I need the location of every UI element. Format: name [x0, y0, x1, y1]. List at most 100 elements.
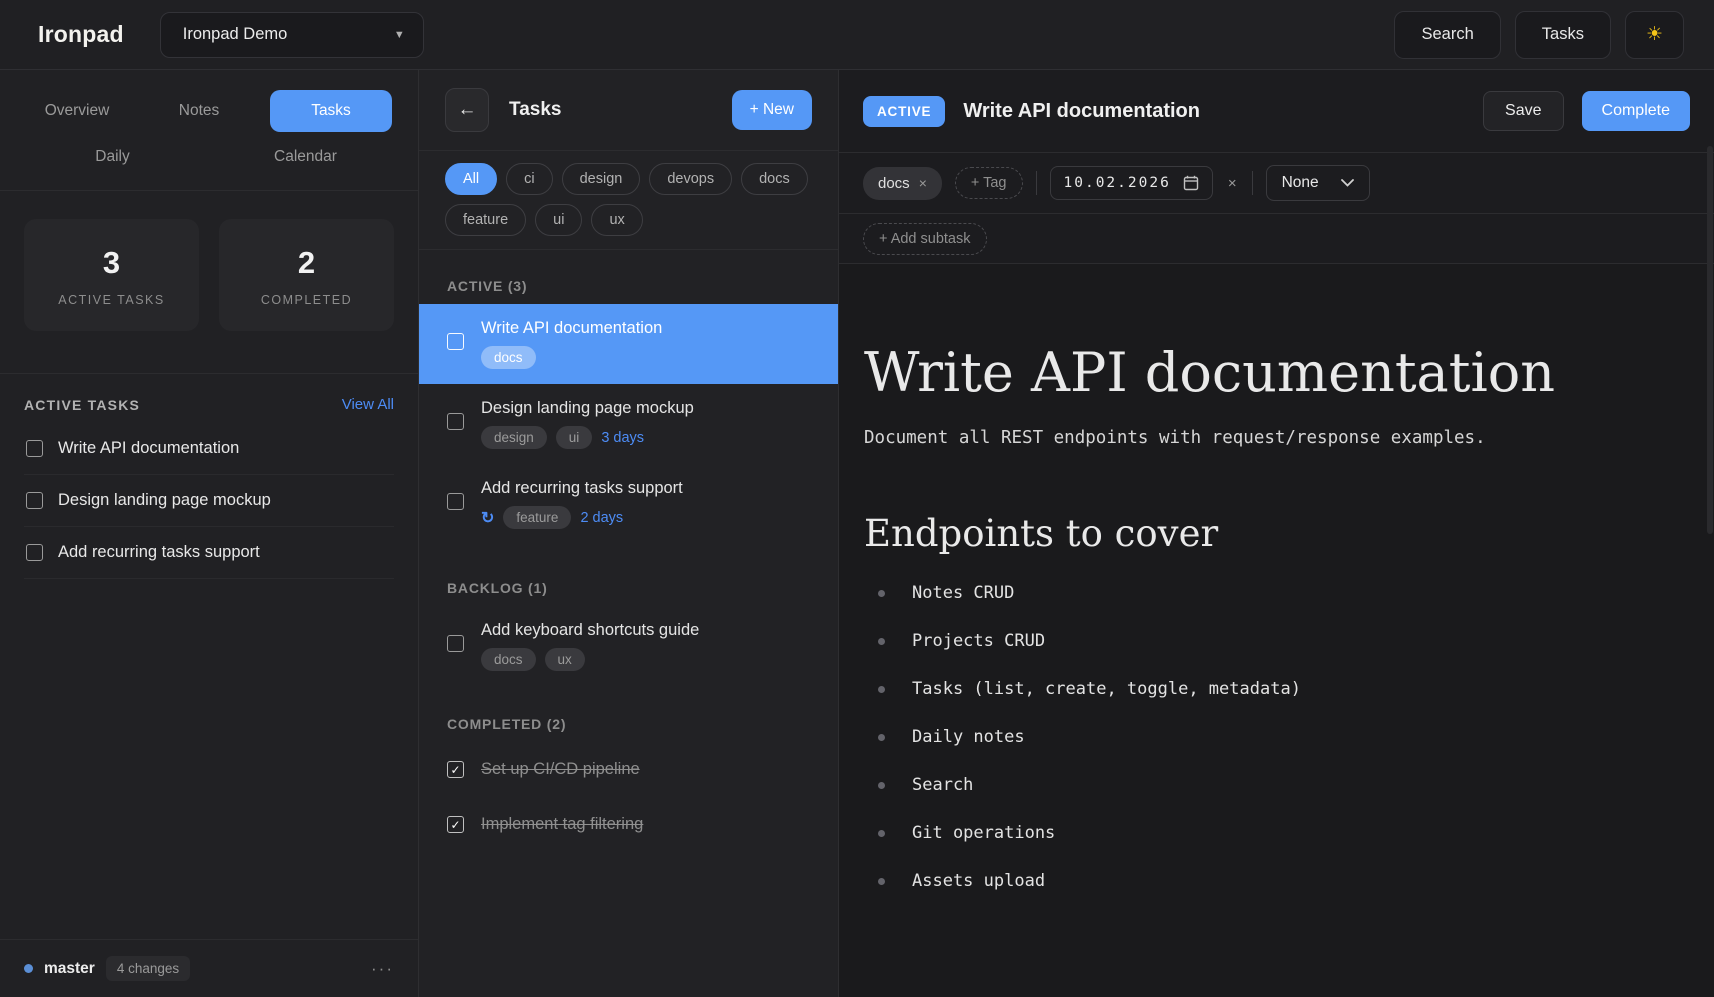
active-tasks-header: ACTIVE TASKS View All [24, 396, 394, 413]
add-subtask-button[interactable]: + Add subtask [863, 223, 987, 255]
branch-name[interactable]: master [44, 960, 95, 978]
stat-card-completed: 2 COMPLETED [219, 219, 394, 331]
project-selector[interactable]: Ironpad Demo ▼ [160, 12, 424, 58]
list-item[interactable]: Design landing page mockup [24, 475, 394, 527]
add-tag-button[interactable]: + Tag [955, 167, 1023, 199]
sidebar-spacer [0, 579, 418, 939]
bullet-text: Search [912, 775, 973, 795]
nav-item-notes[interactable]: Notes [138, 102, 260, 120]
changes-badge[interactable]: 4 changes [106, 956, 190, 981]
task-meta: design ui 3 days [481, 426, 694, 449]
clear-date-icon[interactable]: × [1226, 175, 1239, 192]
recurrence-value: None [1282, 174, 1319, 192]
bullet-icon [878, 878, 885, 885]
view-all-link[interactable]: View All [342, 396, 394, 413]
list-item[interactable]: Write API documentation [24, 423, 394, 475]
filter-pill-ci[interactable]: ci [506, 163, 552, 195]
scrollbar-thumb[interactable] [1707, 146, 1713, 534]
nav-item-tasks[interactable]: Tasks [270, 90, 392, 132]
tasks-panel-header: ← Tasks + New [419, 70, 838, 151]
status-badge: ACTIVE [863, 96, 945, 127]
task-meta: docs ux [481, 648, 699, 671]
task-meta: docs [481, 346, 662, 369]
remove-tag-icon[interactable]: × [919, 175, 927, 191]
bullet-text: Assets upload [912, 871, 1045, 891]
task-title: Write API documentation [481, 319, 662, 338]
app-logo: Ironpad [38, 21, 124, 48]
tag-badge: design [481, 426, 547, 449]
task-row-body: Design landing page mockup design ui 3 d… [481, 399, 694, 449]
task-checkbox-checked[interactable]: ✓ [447, 761, 464, 778]
task-row-body: Add recurring tasks support ↻ feature 2 … [481, 479, 683, 529]
filter-pill-docs[interactable]: docs [741, 163, 808, 195]
bullet-icon [878, 590, 885, 597]
bullet-icon [878, 830, 885, 837]
tasks-panel: ← Tasks + New All ci design devops docs … [419, 70, 839, 997]
task-checkbox[interactable] [447, 413, 464, 430]
dropdown-caret-icon: ▼ [394, 29, 405, 41]
nav-item-overview[interactable]: Overview [16, 102, 138, 120]
bullet-icon [878, 734, 885, 741]
filter-pill-devops[interactable]: devops [649, 163, 732, 195]
due-date-value: 10.02.2026 [1064, 175, 1171, 191]
list-item[interactable]: Add recurring tasks support [24, 527, 394, 579]
complete-button[interactable]: Complete [1582, 91, 1690, 131]
nav-item-daily[interactable]: Daily [16, 148, 209, 166]
save-button[interactable]: Save [1483, 91, 1563, 131]
stat-value: 3 [32, 245, 191, 281]
task-row[interactable]: Design landing page mockup design ui 3 d… [419, 384, 838, 464]
task-row-body: Write API documentation docs [481, 319, 662, 369]
due-date-input[interactable]: 10.02.2026 [1050, 166, 1213, 200]
document-editor[interactable]: Write API documentation Document all RES… [839, 264, 1714, 997]
more-options-icon[interactable]: ··· [371, 959, 394, 979]
filter-pill-all[interactable]: All [445, 163, 497, 195]
task-title: Add recurring tasks support [481, 479, 683, 498]
filter-pill-ux[interactable]: ux [591, 204, 642, 236]
document-description: Document all REST endpoints with request… [864, 428, 1674, 448]
task-row-completed[interactable]: ✓ Implement tag filtering [419, 797, 838, 852]
task-checkbox[interactable] [447, 635, 464, 652]
detail-meta-row: docs × + Tag 10.02.2026 × [839, 153, 1714, 214]
main-layout: Overview Notes Tasks Daily Calendar 3 AC… [0, 70, 1714, 997]
task-row[interactable]: Add recurring tasks support ↻ feature 2 … [419, 464, 838, 544]
task-label: Write API documentation [58, 439, 239, 458]
task-checkbox[interactable] [26, 440, 43, 457]
task-checkbox[interactable] [447, 493, 464, 510]
filter-pill-ui[interactable]: ui [535, 204, 582, 236]
nav-item-calendar[interactable]: Calendar [209, 148, 402, 166]
tasks-shortcut-button[interactable]: Tasks [1515, 11, 1611, 59]
task-title: Add keyboard shortcuts guide [481, 621, 699, 640]
task-checkbox[interactable] [447, 333, 464, 350]
task-checkbox-checked[interactable]: ✓ [447, 816, 464, 833]
task-row-selected[interactable]: Write API documentation docs [419, 304, 838, 384]
list-item: Notes CRUD [864, 569, 1674, 617]
back-button[interactable]: ← [445, 88, 489, 132]
task-meta: ↻ feature 2 days [481, 506, 683, 529]
theme-toggle-button[interactable]: ☀ [1625, 11, 1684, 59]
task-checkbox[interactable] [26, 492, 43, 509]
stat-label: ACTIVE TASKS [32, 293, 191, 307]
task-row-completed[interactable]: ✓ Set up CI/CD pipeline [419, 742, 838, 797]
tag-chip-docs[interactable]: docs × [863, 167, 942, 200]
divider [1036, 171, 1037, 195]
filter-pill-feature[interactable]: feature [445, 204, 526, 236]
recurrence-select[interactable]: None [1266, 165, 1370, 201]
task-checkbox[interactable] [26, 544, 43, 561]
list-item: Search [864, 761, 1674, 809]
filter-pill-design[interactable]: design [562, 163, 641, 195]
task-label: Design landing page mockup [58, 491, 271, 510]
git-status-bar: master 4 changes ··· [0, 939, 418, 997]
search-button[interactable]: Search [1394, 11, 1500, 59]
document-bullet-list: Notes CRUD Projects CRUD Tasks (list, cr… [864, 569, 1674, 905]
tag-filter-bar: All ci design devops docs feature ui ux [419, 151, 838, 250]
back-arrow-icon: ← [458, 99, 477, 121]
sidebar: Overview Notes Tasks Daily Calendar 3 AC… [0, 70, 419, 997]
active-tasks-section: ACTIVE TASKS View All Write API document… [0, 373, 418, 579]
task-row[interactable]: Add keyboard shortcuts guide docs ux [419, 606, 838, 686]
new-task-button[interactable]: + New [732, 90, 812, 130]
tag-badge: docs [481, 648, 536, 671]
active-tasks-list: Write API documentation Design landing p… [24, 423, 394, 579]
calendar-icon [1183, 175, 1199, 191]
active-tasks-title: ACTIVE TASKS [24, 397, 140, 413]
sidebar-nav: Overview Notes Tasks Daily Calendar [0, 70, 418, 191]
